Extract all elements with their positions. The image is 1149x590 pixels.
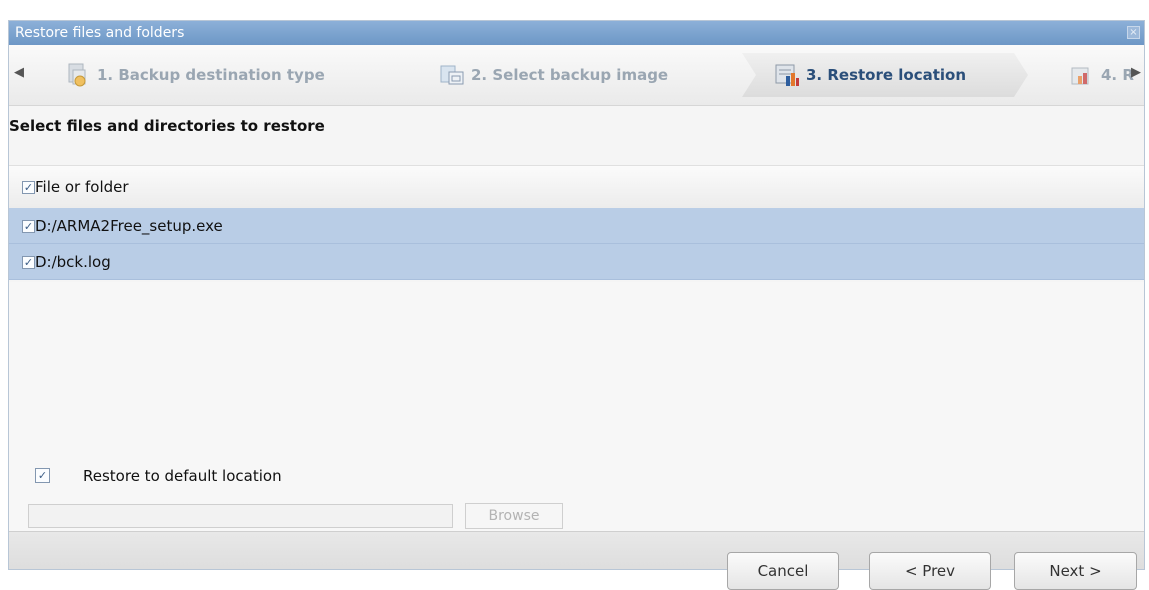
step-scroll-left-icon[interactable]: ◀ — [13, 61, 25, 85]
browse-button[interactable]: Browse — [465, 503, 563, 529]
restore-path-input[interactable] — [28, 504, 453, 528]
step-scroll-right-icon[interactable]: ▶ — [1130, 61, 1142, 85]
next-button[interactable]: Next > — [1014, 552, 1137, 590]
select-all-checkbox[interactable]: ✓ — [22, 181, 35, 194]
select-image-icon — [439, 62, 465, 88]
step-2[interactable]: 2. Select backup image — [439, 45, 668, 105]
close-button[interactable]: × — [1127, 26, 1140, 39]
restore-default-checkbox[interactable]: ✓ — [35, 468, 50, 483]
restore-dialog: Restore files and folders × ◀ 1. Backup … — [8, 20, 1145, 570]
row-checkbox[interactable]: ✓ — [22, 220, 35, 233]
summary-chart-icon — [1069, 62, 1095, 88]
step-4-label: 4. R — [1101, 66, 1134, 84]
step-3-label: 3. Restore location — [806, 66, 967, 84]
step-1[interactable]: 1. Backup destination type — [65, 45, 325, 105]
restore-default-label: Restore to default location — [83, 467, 282, 485]
step-1-label: 1. Backup destination type — [97, 66, 325, 84]
row-checkbox[interactable]: ✓ — [22, 256, 35, 269]
cancel-button[interactable]: Cancel — [727, 552, 839, 590]
list-item[interactable]: ✓ D:/bck.log — [9, 244, 1144, 280]
prev-button[interactable]: < Prev — [869, 552, 991, 590]
file-path: D:/ARMA2Free_setup.exe — [35, 217, 223, 235]
window-title: Restore files and folders — [15, 25, 185, 41]
file-list-empty-area — [9, 282, 1144, 452]
folder-backup-icon — [65, 62, 91, 88]
file-path: D:/bck.log — [35, 253, 111, 271]
window-titlebar: Restore files and folders × — [9, 21, 1144, 45]
section-title: Select files and directories to restore — [9, 117, 325, 135]
list-header: ✓ File or folder — [9, 165, 1144, 209]
step-2-label: 2. Select backup image — [471, 66, 669, 84]
list-item[interactable]: ✓ D:/ARMA2Free_setup.exe — [9, 208, 1144, 244]
restore-location-icon — [774, 62, 800, 88]
wizard-stepbar: ◀ 1. Backup destination type 2. Select b… — [9, 45, 1144, 106]
column-file-or-folder: File or folder — [35, 178, 129, 196]
step-4[interactable]: 4. R — [1069, 45, 1134, 105]
step-3[interactable]: 3. Restore location — [774, 45, 966, 105]
